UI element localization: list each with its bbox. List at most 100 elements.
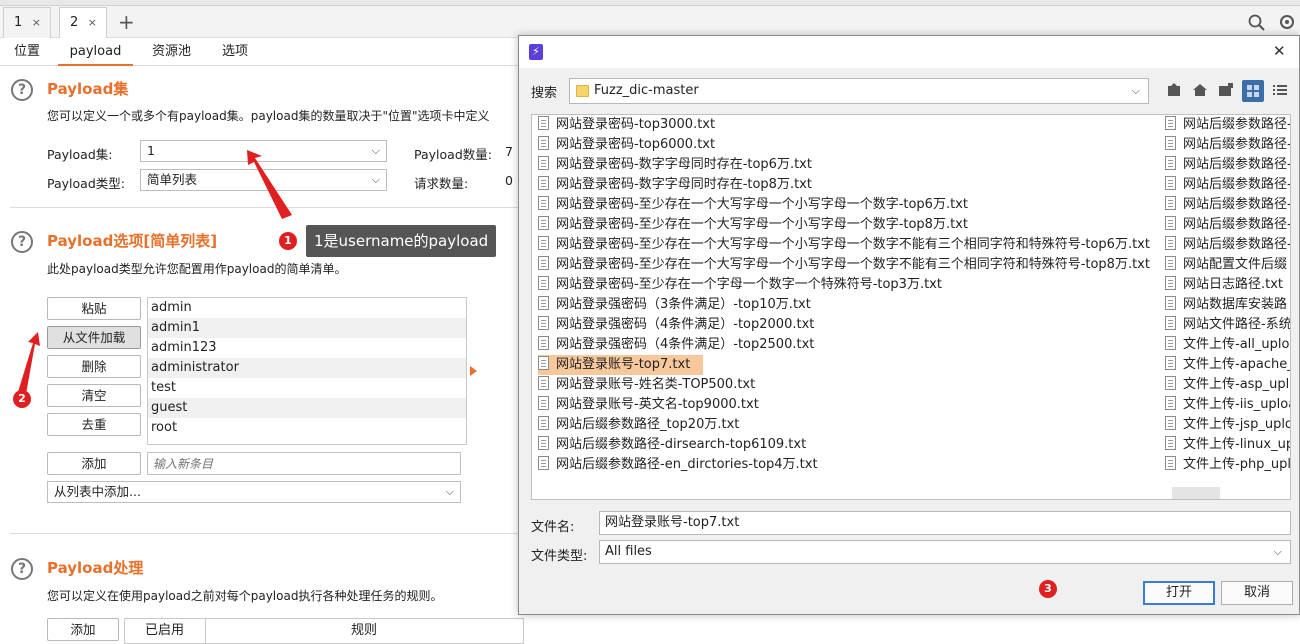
file-icon <box>538 456 549 470</box>
file-icon <box>1165 156 1176 170</box>
file-icon <box>1165 116 1176 130</box>
file-icon <box>538 296 549 310</box>
file-item[interactable]: 网站后缀参数路径- <box>1165 195 1291 215</box>
dialog-titlebar <box>519 36 1299 68</box>
filename-label: 文件名: <box>531 520 575 535</box>
file-icon <box>1165 276 1176 290</box>
file-name: 网站登录密码-至少存在一个大写字母一个小写字母一个数字不能有三个相同字符和特殊符… <box>556 257 1150 272</box>
file-icon <box>538 116 549 130</box>
file-item[interactable]: 网站登录账号-英文名-top9000.txt <box>538 395 1163 415</box>
file-item[interactable]: 网站登录密码-至少存在一个大写字母一个小写字母一个数字不能有三个相同字符和特殊符… <box>538 255 1163 275</box>
file-item[interactable]: 网站后缀参数路径- <box>1165 215 1290 235</box>
folder-name: Fuzz_dic-master <box>594 83 699 98</box>
file-item[interactable]: 网站登录强密码（3条件满足）-top10万.txt <box>538 295 1163 315</box>
annotation-badge-3: 3 <box>1039 580 1057 598</box>
file-name: 网站登录密码-至少存在一个字母一个数字一个特殊符号-top3万.txt <box>556 277 942 292</box>
file-name: 网站登录强密码（4条件满足）-top2000.txt <box>556 317 815 332</box>
file-name: 网站登录密码-数字字母同时存在-top6万.txt <box>556 157 812 172</box>
file-name: 文件上传-jsp_uplo <box>1183 417 1291 432</box>
file-list-pane[interactable]: 网站登录密码-top3000.txt 网站登录密码-top6000.txt 网站登录… <box>531 114 1291 500</box>
file-item[interactable]: 网站日志路径.txt <box>1165 275 1290 295</box>
file-item[interactable]: 网站登录账号-姓名类-TOP500.txt <box>538 375 1163 395</box>
file-name: 网站后缀参数路径- <box>1183 117 1291 132</box>
file-icon <box>1165 396 1176 410</box>
file-name: 网站登录账号-姓名类-TOP500.txt <box>556 377 756 392</box>
file-icon <box>538 156 549 170</box>
annotation-arrow-2 <box>18 332 40 394</box>
file-item[interactable]: 网站后缀参数路径- <box>1165 155 1291 175</box>
file-icon <box>538 236 549 250</box>
file-icon <box>538 196 549 210</box>
file-item[interactable]: 网站登录密码-至少存在一个大写字母一个小写字母一个数字-top6万.txt <box>538 195 1163 215</box>
file-item[interactable]: 网站后缀参数路径_top20万.txt <box>538 415 1163 435</box>
file-icon <box>1165 176 1176 190</box>
home-icon[interactable] <box>1191 82 1209 100</box>
file-name: 网站后缀参数路径- <box>1183 157 1291 172</box>
file-item[interactable]: 网站后缀参数路径- <box>1165 135 1290 155</box>
file-item[interactable]: 网站登录密码-数字字母同时存在-top6万.txt <box>538 155 1163 175</box>
file-icon <box>538 176 549 190</box>
file-item[interactable]: 网站登录密码-top6000.txt <box>538 135 1163 155</box>
filename-input[interactable]: 网站登录账号-top7.txt <box>599 511 1291 535</box>
file-icon <box>1165 296 1176 310</box>
file-name: 网站登录强密码（3条件满足）-top10万.txt <box>556 297 811 312</box>
file-item[interactable]: 网站登录强密码（4条件满足）-top2500.txt <box>538 335 1163 355</box>
file-icon <box>538 276 549 290</box>
file-name: 网站后缀参数路径-en_dirctories-top4万.txt <box>556 457 818 472</box>
file-column-right: 网站后缀参数路径- 网站后缀参数路径- 网站后缀参数路径- 网站后缀参数路径- 网站后缀… <box>1165 115 1291 475</box>
file-name: 文件上传-iis_uploa <box>1183 397 1291 412</box>
file-item[interactable]: 文件上传-iis_uploa <box>1165 395 1291 415</box>
annotation-badge-2: 2 <box>13 390 31 408</box>
file-item[interactable]: 网站登录强密码（4条件满足）-top2000.txt <box>538 315 1163 335</box>
file-item[interactable]: 网站文件路径-系统 <box>1165 315 1290 335</box>
horizontal-scrollbar[interactable] <box>1172 487 1220 499</box>
file-column-left: 网站登录密码-top3000.txt 网站登录密码-top6000.txt 网站登录… <box>538 115 1163 475</box>
filetype-label: 文件类型: <box>531 549 588 564</box>
file-icon <box>538 216 549 230</box>
file-item[interactable]: 网站后缀参数路径- <box>1165 235 1291 255</box>
file-item[interactable]: 文件上传-all_uploa <box>1165 335 1291 355</box>
file-item[interactable]: 网站后缀参数路径-en_dirctories-top4万.txt <box>538 455 1163 475</box>
file-name: 文件上传-all_uploa <box>1183 337 1291 352</box>
file-item[interactable]: 网站数据库安装路 <box>1165 295 1290 315</box>
open-button[interactable]: 打开 <box>1143 581 1215 605</box>
filetype-value: All files <box>605 544 652 559</box>
chevron-down-icon: ⌵ <box>1273 545 1282 558</box>
close-icon[interactable]: ✕ <box>1273 42 1286 60</box>
file-item[interactable]: 网站登录密码-至少存在一个字母一个数字一个特殊符号-top3万.txt <box>538 275 1163 295</box>
search-label: 搜索 <box>531 86 558 101</box>
file-item[interactable]: 文件上传-asp_uplo <box>1165 375 1290 395</box>
file-name: 网站日志路径.txt <box>1183 277 1284 292</box>
details-view-icon[interactable] <box>1271 82 1289 100</box>
folder-select[interactable]: Fuzz_dic-master ⌵ <box>569 78 1149 104</box>
file-icon <box>1165 436 1176 450</box>
file-name: 网站后缀参数路径- <box>1183 237 1291 252</box>
file-name: 网站数据库安装路 <box>1183 297 1288 312</box>
file-item[interactable]: 文件上传-php_uplo <box>1165 455 1290 475</box>
filetype-select[interactable]: All files ⌵ <box>599 540 1291 564</box>
file-item[interactable]: 网站登录密码-top3000.txt <box>538 115 1163 135</box>
file-item[interactable]: 网站登录密码-数字字母同时存在-top8万.txt <box>538 175 1163 195</box>
cancel-button[interactable]: 取消 <box>1221 581 1293 605</box>
list-view-icon[interactable] <box>1242 80 1264 102</box>
new-folder-icon[interactable] <box>1217 82 1235 100</box>
file-item[interactable]: 网站登录密码-至少存在一个大写字母一个小写字母一个数字-top8万.txt <box>538 215 1163 235</box>
file-icon <box>1165 356 1176 370</box>
file-item[interactable]: 网站后缀参数路径- <box>1165 175 1291 195</box>
file-icon <box>1165 336 1176 350</box>
file-item[interactable]: 网站后缀参数路径-dirsearch-top6109.txt <box>538 435 1163 455</box>
file-name: 网站后缀参数路径- <box>1183 177 1291 192</box>
file-item[interactable]: 网站配置文件后缀 <box>1165 255 1290 275</box>
file-item[interactable]: 网站后缀参数路径- <box>1165 115 1291 135</box>
file-item[interactable]: 网站登录密码-至少存在一个大写字母一个小写字母一个数字不能有三个相同字符和特殊符… <box>538 235 1163 255</box>
file-name: 网站后缀参数路径- <box>1183 197 1291 212</box>
file-item[interactable]: 网站登录账号-top7.txt <box>538 355 703 375</box>
file-item[interactable]: 文件上传-linux_up <box>1165 435 1291 455</box>
file-item[interactable]: 文件上传-apache_ <box>1165 355 1290 375</box>
file-icon <box>1165 236 1176 250</box>
file-name: 文件上传-linux_up <box>1183 437 1291 452</box>
file-icon <box>538 256 549 270</box>
file-item[interactable]: 文件上传-jsp_uplo <box>1165 415 1291 435</box>
file-name: 网站登录密码-top6000.txt <box>556 137 716 152</box>
up-folder-icon[interactable] <box>1165 82 1183 100</box>
